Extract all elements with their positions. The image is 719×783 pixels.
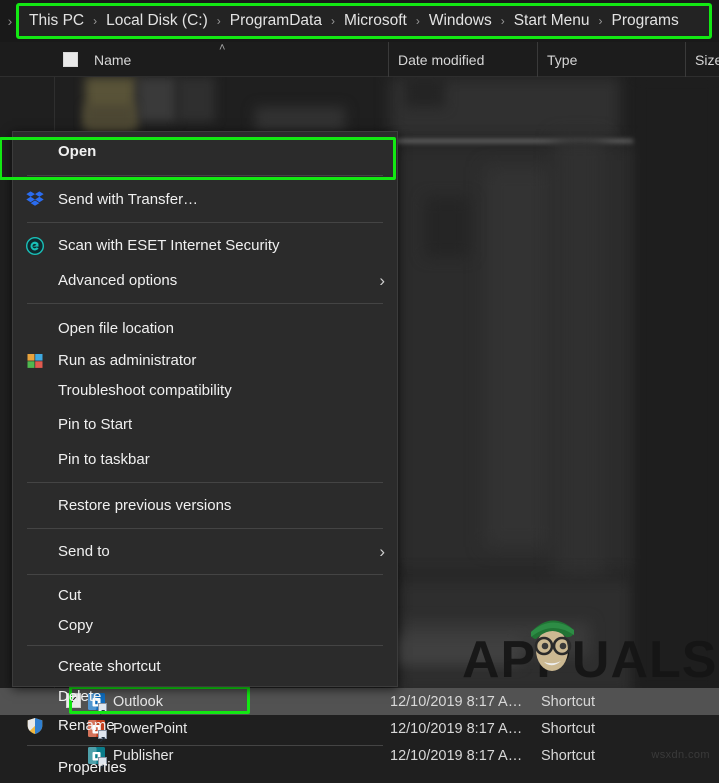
breadcrumb-item-local-disk-c[interactable]: Local Disk (C:) (106, 12, 208, 30)
breadcrumb-separator-icon: › (500, 14, 505, 28)
breadcrumb-overflow-chevron-icon[interactable]: › (3, 13, 17, 29)
context-menu[interactable]: Open Send with Transfer… Scan with ESET In… (12, 131, 398, 776)
column-header-date-modified[interactable]: Date modified (388, 42, 537, 77)
menu-item-label: Open (58, 142, 97, 160)
menu-item-run-as-administrator[interactable]: Run as administrator (13, 347, 397, 374)
column-header-size[interactable]: Size (685, 42, 719, 77)
column-header-type[interactable]: Type (537, 42, 685, 77)
menu-separator (27, 482, 383, 483)
menu-item-label: Troubleshoot compatibility (58, 382, 232, 399)
menu-item-label: Rename (58, 717, 115, 734)
menu-item-rename[interactable]: Rename (13, 711, 397, 740)
breadcrumb-item-programdata[interactable]: ProgramData (230, 12, 322, 30)
breadcrumb-item-start-menu[interactable]: Start Menu (514, 12, 590, 30)
menu-separator (27, 303, 383, 304)
menu-item-send-to[interactable]: Send to › (13, 534, 397, 569)
menu-item-label: Scan with ESET Internet Security (58, 237, 280, 254)
menu-separator (27, 745, 383, 746)
windows-shield-icon (26, 352, 44, 370)
menu-item-scan-with-eset-internet-security[interactable]: Scan with ESET Internet Security (13, 228, 397, 263)
menu-item-label: Advanced options (58, 272, 178, 289)
column-header-size-label: Size (695, 51, 719, 68)
file-type: Shortcut (541, 747, 595, 764)
menu-item-open[interactable]: Open (13, 132, 397, 170)
breadcrumb-separator-icon: › (415, 14, 420, 28)
menu-item-label: Send to (58, 543, 110, 560)
menu-separator (27, 175, 383, 176)
breadcrumb-item-windows[interactable]: Windows (429, 12, 492, 30)
menu-item-create-shortcut[interactable]: Create shortcut (13, 651, 397, 682)
menu-item-label: Open file location (58, 319, 174, 337)
file-date-modified: 12/10/2019 8:17 A… (390, 720, 523, 737)
breadcrumb-item-this-pc[interactable]: This PC (29, 12, 84, 30)
appuals-mascot-icon (531, 620, 574, 671)
uac-shield-icon (26, 717, 44, 735)
appuals-watermark: APPUALS (462, 604, 716, 689)
breadcrumb-separator-icon: › (216, 14, 221, 28)
menu-separator (27, 222, 383, 223)
breadcrumb-separator-icon: › (598, 14, 603, 28)
menu-item-delete[interactable]: Delete (13, 682, 397, 711)
menu-item-label: Delete (58, 688, 102, 705)
menu-item-label: Create shortcut (58, 658, 161, 675)
menu-item-troubleshoot-compatibility[interactable]: Troubleshoot compatibility (13, 374, 397, 407)
menu-item-label: Run as administrator (58, 352, 197, 369)
file-date-modified: 12/10/2019 8:17 A… (390, 747, 523, 764)
menu-item-label: Send with Transfer… (58, 190, 199, 208)
nav-pane-header-spacer (0, 42, 55, 77)
menu-item-open-file-location[interactable]: Open file location (13, 309, 397, 347)
breadcrumb-separator-icon: › (93, 14, 98, 28)
menu-item-copy[interactable]: Copy (13, 610, 397, 640)
menu-item-pin-to-taskbar[interactable]: Pin to taskbar (13, 442, 397, 477)
menu-separator (27, 574, 383, 575)
breadcrumb-separator-icon: › (330, 14, 335, 28)
breadcrumb-item-programs[interactable]: Programs (612, 12, 679, 30)
chevron-right-icon: › (379, 541, 385, 561)
menu-item-restore-previous-versions[interactable]: Restore previous versions (13, 488, 397, 523)
menu-item-label: Cut (58, 586, 82, 604)
column-header-name-label: Name (94, 51, 132, 68)
file-type: Shortcut (541, 720, 595, 737)
menu-item-label: Pin to taskbar (58, 451, 150, 468)
breadcrumb[interactable]: This PC › Local Disk (C:) › ProgramData › Micr… (16, 3, 712, 39)
menu-item-cut[interactable]: Cut (13, 580, 397, 610)
column-header-name[interactable]: Name (85, 42, 388, 77)
eset-icon (25, 236, 45, 255)
menu-item-label: Properties (58, 758, 127, 776)
file-date-modified: 12/10/2019 8:17 A… (390, 693, 523, 710)
watermark-brand-text: APPUALS (462, 631, 718, 689)
column-header-date-modified-label: Date modified (398, 51, 485, 68)
menu-item-label: Pin to Start (58, 416, 133, 433)
dropbox-icon (26, 190, 44, 208)
address-bar[interactable]: › This PC › Local Disk (C:) › ProgramData › Mi… (0, 0, 719, 42)
menu-item-advanced-options[interactable]: Advanced options › (13, 263, 397, 298)
menu-item-label: Copy (58, 616, 94, 634)
chevron-right-icon: › (379, 270, 385, 290)
breadcrumb-item-microsoft[interactable]: Microsoft (344, 12, 407, 30)
menu-item-pin-to-start[interactable]: Pin to Start (13, 407, 397, 442)
file-type: Shortcut (541, 693, 595, 710)
menu-item-label: Restore previous versions (58, 497, 232, 514)
menu-item-send-with-transfer[interactable]: Send with Transfer… (13, 181, 397, 217)
select-all-checkbox[interactable] (63, 52, 78, 67)
menu-separator (27, 528, 383, 529)
menu-item-properties[interactable]: Properties (13, 751, 397, 783)
column-header-type-label: Type (547, 51, 578, 68)
menu-separator (27, 645, 383, 646)
